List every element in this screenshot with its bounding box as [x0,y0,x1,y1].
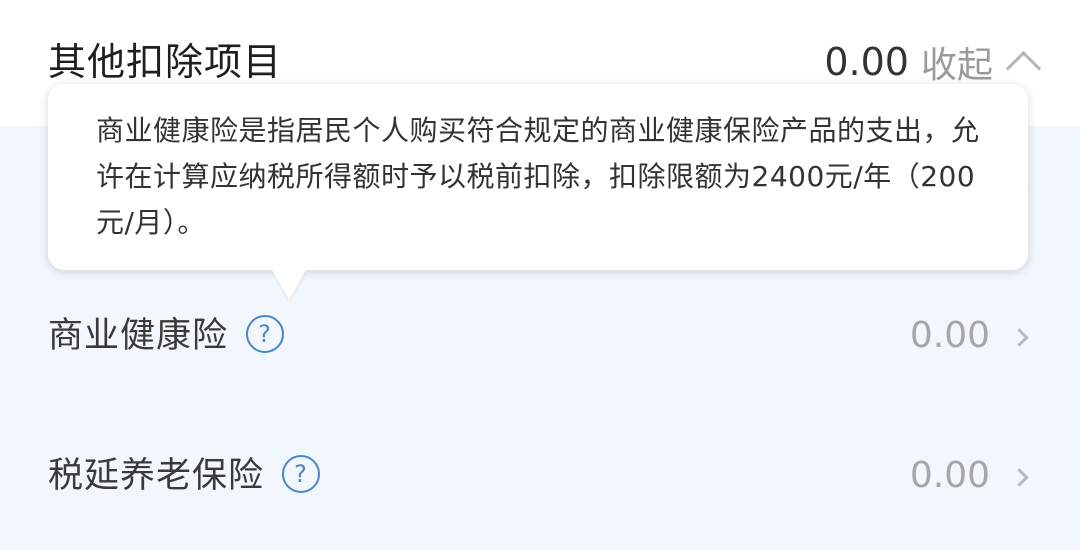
chevron-right-icon[interactable] [1010,468,1029,487]
chevron-up-icon[interactable] [1005,50,1042,86]
section-title: 其他扣除项目 [48,40,283,84]
chevron-right-icon[interactable] [1010,328,1029,347]
list-item-label: 商业健康险 [48,316,229,356]
list-item-commercial-health-insurance[interactable]: 商业健康险? 0.00 [0,292,1080,382]
section-total-amount: 0.00 [824,40,909,84]
tooltip-arrow [272,270,306,300]
list-item-value: 0.00 [909,455,990,496]
tooltip-text: 商业健康险是指居民个人购买符合规定的商业健康保险产品的支出，允许在计算应纳税所得… [96,114,980,239]
help-tooltip: 商业健康险是指居民个人购买符合规定的商业健康保险产品的支出，允许在计算应纳税所得… [48,84,1028,300]
list-item-tax-deferred-pension-insurance[interactable]: 税延养老保险? 0.00 [0,432,1080,522]
list-item-value: 0.00 [909,315,990,356]
collapse-button[interactable]: 收起 [921,36,993,88]
list-item-label: 税延养老保险 [48,456,265,496]
question-circle-icon[interactable]: ? [246,315,285,353]
question-circle-icon[interactable]: ? [282,455,321,493]
section-header-right[interactable]: 0.00 收起 [824,36,1042,88]
